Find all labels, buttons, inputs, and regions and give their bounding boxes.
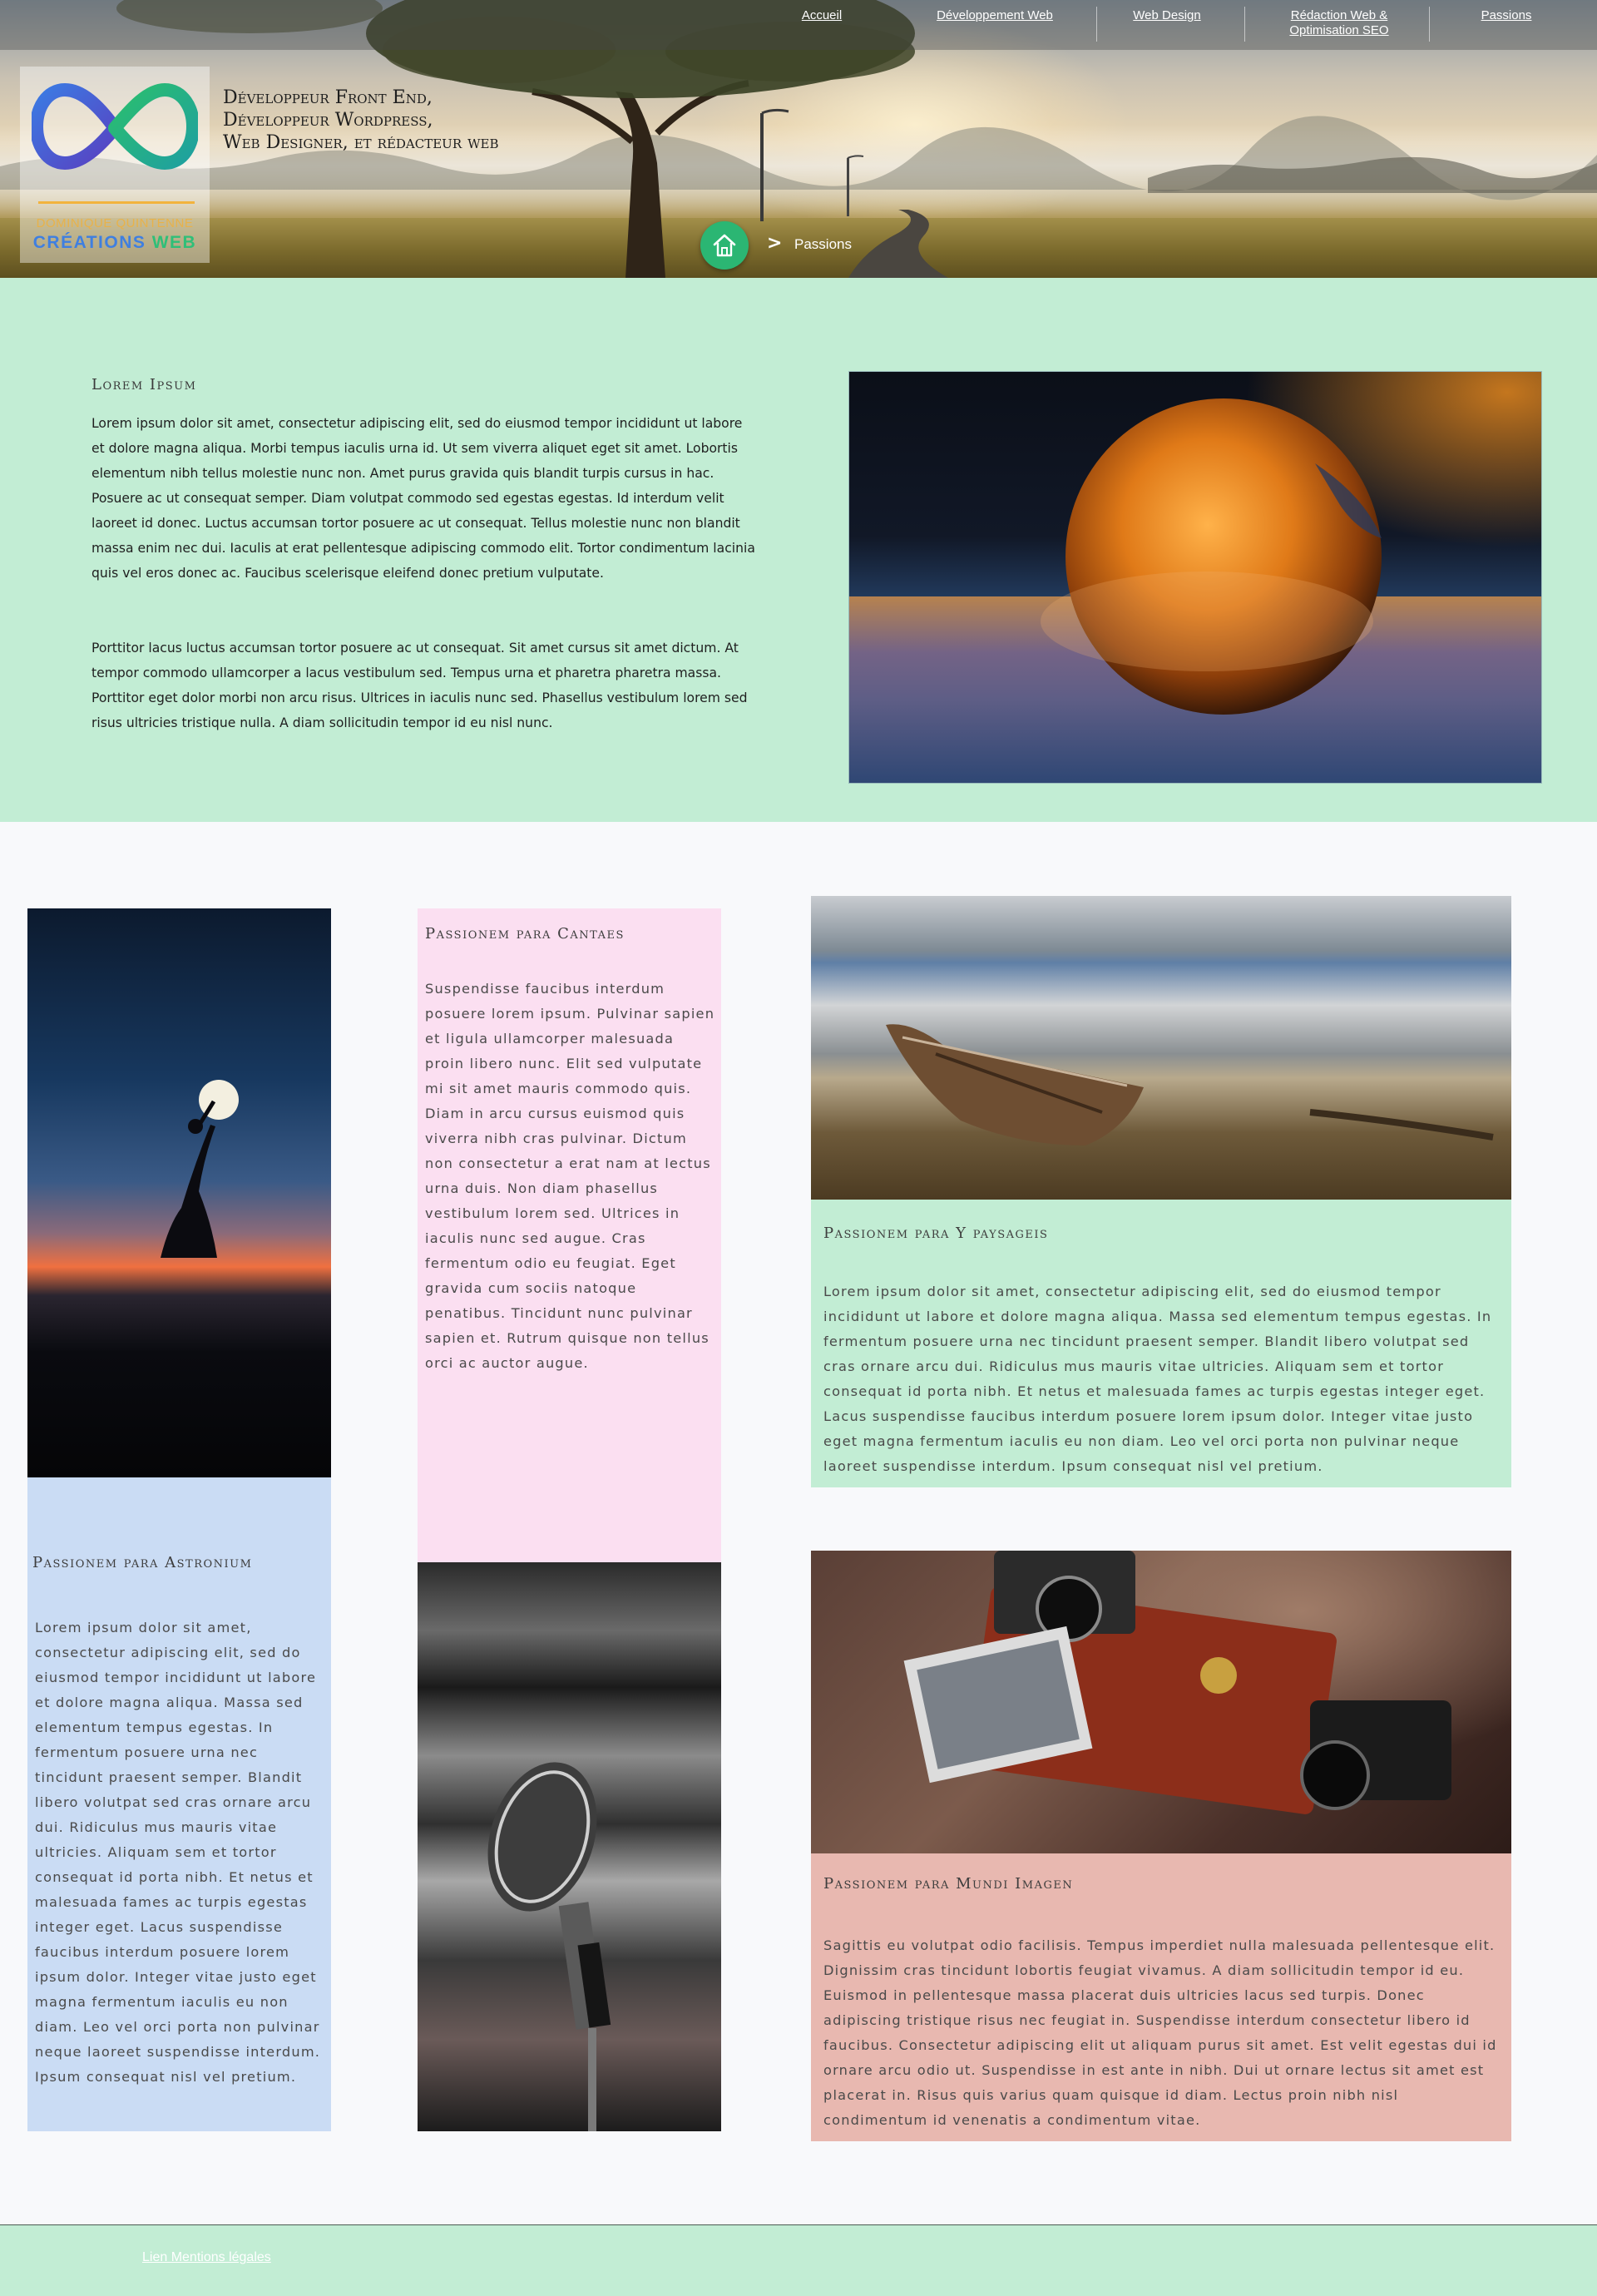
microphone-photo [418,1562,721,2131]
nav-separator [1429,7,1430,42]
card-text: Suspendisse faucibus interdum posuere lo… [425,981,715,1371]
header-banner: Accueil Développement Web Web Design Réd… [0,0,1597,278]
card-text: Lorem ipsum dolor sit amet, consectetur … [35,1620,321,2085]
footer: Lien Mentions légales [0,2224,1597,2296]
intro-paragraph: Porttitor lacus luctus accumsan tortor p… [91,641,748,730]
nav-passions[interactable]: Passions [1477,8,1535,23]
logo-wordmark-main: CRÉATIONS [32,233,146,252]
infinity-logo-icon [32,82,198,171]
intro-title: Lorem Ipsum [91,376,197,393]
card-title: Passionem para Mundi Imagen [823,1875,1074,1893]
moon-silhouette-photo [27,908,331,1477]
shipwreck-illustration [886,1024,1494,1146]
vintage-cameras-illustration [903,1551,1451,1814]
tagline-line: Web Designer, et rédacteur web [223,132,499,153]
nav-web-design[interactable]: Web Design [1123,8,1211,23]
nav-redaction-web-seo[interactable]: Rédaction Web & Optimisation SEO [1273,8,1406,38]
home-icon [713,234,736,257]
cantaes-card: Passionem para Cantaes Suspendisse fauci… [418,908,721,1562]
frozen-bubble-illustration [849,398,1541,783]
top-navigation: Accueil Développement Web Web Design Réd… [0,0,1597,50]
nav-accueil[interactable]: Accueil [797,8,847,23]
breadcrumb-separator: > [767,233,783,254]
microphone-illustration [487,1762,611,2131]
astronium-card: Passionem para Astronium Lorem ipsum dol… [27,1477,331,2131]
site-logo[interactable]: DOMINIQUE QUINTENNE CRÉATIONS WEB [20,67,210,263]
legal-notice-link[interactable]: Lien Mentions légales [142,2250,271,2265]
paysageis-card: Passionem para Y paysageis Lorem ipsum d… [811,1200,1511,1487]
card-text: Lorem ipsum dolor sit amet, consectetur … [823,1284,1492,1474]
card-title: Passionem para Cantaes [425,925,625,943]
site-tagline: Développeur Front End, Développeur Wordp… [223,87,499,154]
nav-developpement-web[interactable]: Développement Web [922,8,1068,23]
logo-wordmark-accent: WEB [151,233,197,252]
intro-paragraph: Lorem ipsum dolor sit amet, consectetur … [91,416,755,581]
card-title: Passionem para Y paysageis [823,1225,1049,1242]
logo-subtitle: DOMINIQUE QUINTENNE [36,216,194,230]
mundi-card: Passionem para Mundi Imagen Sagittis eu … [811,1853,1511,2141]
vintage-cameras-photo [811,1551,1511,1853]
moon-silhouette-illustration [161,1080,239,1258]
frozen-bubble-image [848,371,1542,784]
shipwreck-photo [811,896,1511,1200]
logo-divider [38,201,195,204]
home-button[interactable] [700,221,749,270]
nav-separator [1096,7,1097,42]
card-title: Passionem para Astronium [32,1554,253,1571]
tagline-line: Développeur Front End, [223,87,433,108]
intro-section: Lorem Ipsum Lorem ipsum dolor sit amet, … [0,278,1597,822]
nav-separator [1244,7,1245,42]
tagline-line: Développeur Wordpress, [223,110,433,131]
breadcrumb-current: Passions [794,236,852,252]
logo-wordmark: CRÉATIONS WEB [20,233,210,253]
card-text: Sagittis eu volutpat odio facilisis. Tem… [823,1937,1497,2128]
